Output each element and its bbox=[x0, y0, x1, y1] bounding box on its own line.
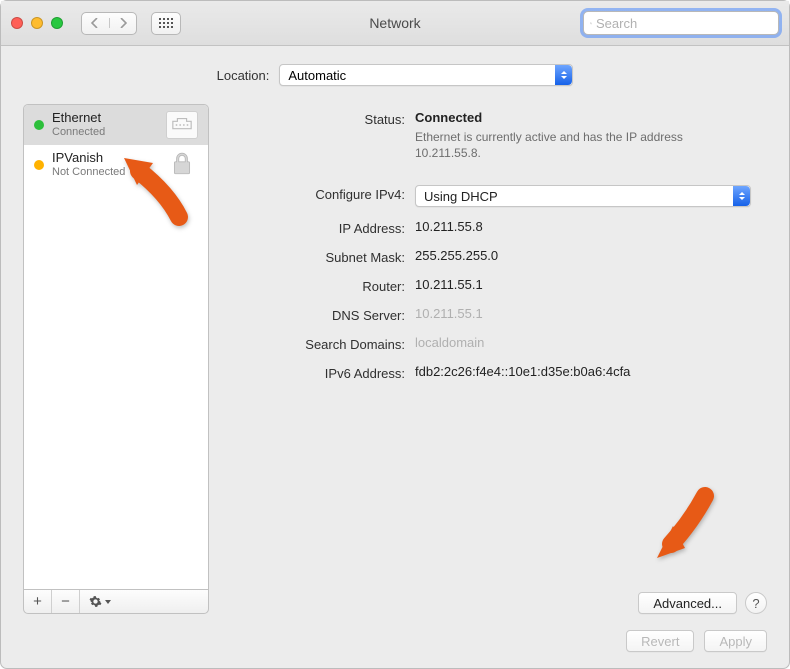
detail-pane: Status: Connected Ethernet is currently … bbox=[225, 104, 767, 614]
grid-icon bbox=[159, 18, 173, 28]
add-service-button[interactable]: + bbox=[24, 590, 52, 613]
footer: Revert Apply bbox=[23, 630, 767, 652]
location-value: Automatic bbox=[288, 68, 346, 83]
service-name: Ethernet bbox=[52, 111, 158, 126]
search-domains-label: Search Domains: bbox=[225, 335, 405, 352]
status-label: Status: bbox=[225, 110, 405, 127]
location-row: Location: Automatic bbox=[23, 64, 767, 86]
ip-address-label: IP Address: bbox=[225, 219, 405, 236]
revert-button[interactable]: Revert bbox=[626, 630, 694, 652]
status-value: Connected bbox=[415, 110, 767, 125]
body: Location: Automatic Ethernet Connected bbox=[1, 46, 789, 668]
window-title: Network bbox=[369, 15, 420, 31]
search-field[interactable] bbox=[583, 11, 779, 35]
titlebar: Network bbox=[1, 1, 789, 46]
configure-ipv4-value: Using DHCP bbox=[424, 189, 498, 204]
columns: Ethernet Connected IPVanish Not Connecte… bbox=[23, 104, 767, 614]
ip-address-value: 10.211.55.8 bbox=[415, 219, 767, 234]
action-menu-button[interactable] bbox=[80, 590, 120, 613]
network-preferences-window: Network Location: Automatic bbox=[0, 0, 790, 669]
gear-icon bbox=[89, 595, 102, 608]
service-name: IPVanish bbox=[52, 151, 158, 166]
status-description: Ethernet is currently active and has the… bbox=[415, 129, 725, 161]
back-button[interactable] bbox=[82, 18, 109, 28]
minimize-window-button[interactable] bbox=[31, 17, 43, 29]
service-item-ethernet[interactable]: Ethernet Connected bbox=[24, 105, 208, 145]
zoom-window-button[interactable] bbox=[51, 17, 63, 29]
lock-icon bbox=[166, 151, 198, 179]
service-list-buttons: + − bbox=[23, 590, 209, 614]
popup-indicator-icon bbox=[733, 186, 750, 206]
close-window-button[interactable] bbox=[11, 17, 23, 29]
search-domains-value: localdomain bbox=[415, 335, 767, 350]
window-controls bbox=[11, 17, 63, 29]
advanced-button[interactable]: Advanced... bbox=[638, 592, 737, 614]
apply-button[interactable]: Apply bbox=[704, 630, 767, 652]
service-sidebar: Ethernet Connected IPVanish Not Connecte… bbox=[23, 104, 209, 614]
ipv6-address-label: IPv6 Address: bbox=[225, 364, 405, 381]
service-status: Connected bbox=[52, 126, 158, 139]
chevron-left-icon bbox=[91, 18, 99, 28]
chevron-right-icon bbox=[119, 18, 127, 28]
router-label: Router: bbox=[225, 277, 405, 294]
ethernet-icon bbox=[166, 111, 198, 139]
location-label: Location: bbox=[217, 68, 270, 83]
status-dot-icon bbox=[34, 160, 44, 170]
router-value: 10.211.55.1 bbox=[415, 277, 767, 292]
search-input[interactable] bbox=[596, 16, 772, 31]
location-popup[interactable]: Automatic bbox=[279, 64, 573, 86]
status-dot-icon bbox=[34, 120, 44, 130]
configure-ipv4-popup[interactable]: Using DHCP bbox=[415, 185, 751, 207]
popup-indicator-icon bbox=[555, 65, 572, 85]
configure-ipv4-label: Configure IPv4: bbox=[225, 185, 405, 202]
help-button[interactable]: ? bbox=[745, 592, 767, 614]
remove-service-button[interactable]: − bbox=[52, 590, 80, 613]
dns-server-label: DNS Server: bbox=[225, 306, 405, 323]
service-list[interactable]: Ethernet Connected IPVanish Not Connecte… bbox=[23, 104, 209, 590]
subnet-mask-label: Subnet Mask: bbox=[225, 248, 405, 265]
service-status: Not Connected bbox=[52, 166, 158, 179]
service-item-ipvanish[interactable]: IPVanish Not Connected bbox=[24, 145, 208, 185]
subnet-mask-value: 255.255.255.0 bbox=[415, 248, 767, 263]
dns-server-value: 10.211.55.1 bbox=[415, 306, 767, 321]
show-all-button[interactable] bbox=[151, 12, 181, 35]
search-icon bbox=[590, 17, 592, 30]
chevron-down-icon bbox=[105, 600, 111, 604]
nav-back-forward[interactable] bbox=[81, 12, 137, 35]
forward-button[interactable] bbox=[109, 18, 137, 28]
ipv6-address-value: fdb2:2c26:f4e4::10e1:d35e:b0a6:4cfa bbox=[415, 364, 767, 379]
